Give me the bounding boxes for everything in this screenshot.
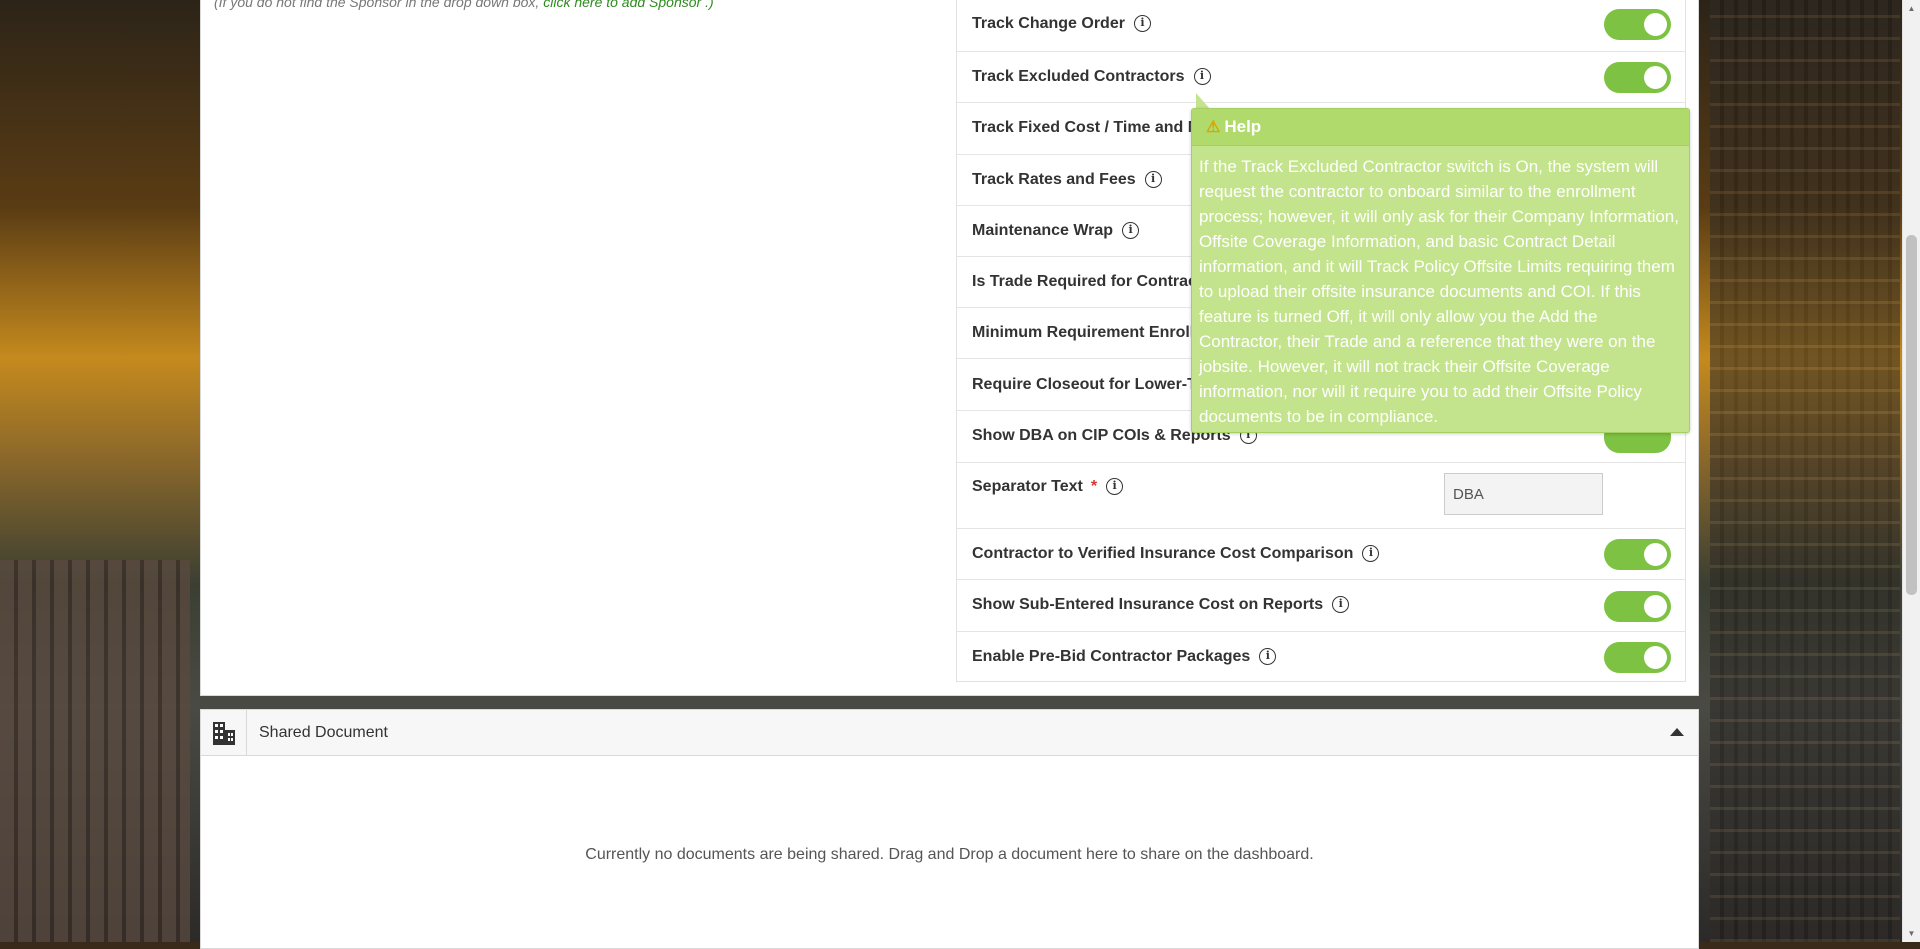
setting-label: Track Change Order [972, 15, 1125, 32]
setting-label: Contractor to Verified Insurance Cost Co… [972, 545, 1354, 562]
info-icon[interactable]: i [1259, 648, 1277, 666]
info-icon[interactable]: i [1332, 596, 1350, 614]
shared-document-title: Shared Document [259, 724, 388, 741]
setting-row-track-change-order: Track Change Order i [957, 0, 1685, 52]
pre-bid-packages-toggle[interactable] [1604, 642, 1671, 673]
setting-row-sub-entered-insurance-cost: Show Sub-Entered Insurance Cost on Repor… [957, 580, 1685, 632]
setting-label: Separator Text [972, 478, 1083, 495]
tooltip-arrow [1196, 93, 1210, 109]
tooltip-header: ⚠ Help [1192, 109, 1689, 146]
help-tooltip: ⚠ Help If the Track Excluded Contractor s… [1191, 108, 1690, 433]
empty-documents-message: Currently no documents are being shared.… [585, 846, 1314, 863]
scroll-up-arrow-icon[interactable]: ▲ [1903, 0, 1920, 17]
setting-label: Track Rates and Fees [972, 171, 1136, 188]
shared-document-header[interactable]: Shared Document [200, 709, 1699, 756]
building-icon [201, 710, 247, 755]
vertical-scrollbar[interactable]: ▲ ▼ [1902, 0, 1920, 942]
track-change-order-toggle[interactable] [1604, 9, 1671, 40]
setting-row-verified-insurance-cost: Contractor to Verified Insurance Cost Co… [957, 529, 1685, 580]
background-building-left [0, 560, 190, 942]
info-icon[interactable]: i [1122, 222, 1140, 240]
info-icon[interactable]: i [1362, 545, 1380, 563]
setting-label: Track Excluded Contractors [972, 68, 1185, 85]
track-excluded-contractors-toggle[interactable] [1604, 62, 1671, 93]
sponsor-note: (If you do not find the Sponsor in the d… [214, 0, 714, 10]
scroll-down-arrow-icon[interactable]: ▼ [1903, 925, 1920, 942]
tooltip-body: If the Track Excluded Contractor switch … [1199, 157, 1679, 426]
setting-label: Is Trade Required for Contract [972, 273, 1203, 290]
verified-insurance-cost-toggle[interactable] [1604, 539, 1671, 570]
required-indicator: * [1090, 478, 1098, 495]
sub-entered-insurance-cost-toggle[interactable] [1604, 591, 1671, 622]
warning-icon: ⚠ [1206, 119, 1221, 136]
separator-text-input[interactable] [1444, 473, 1603, 515]
setting-label: Track Fixed Cost / Time and M [972, 119, 1202, 136]
info-icon[interactable]: i [1133, 15, 1151, 33]
info-icon[interactable]: i [1193, 68, 1211, 86]
sponsor-note-text: (If you do not find the Sponsor in the d… [214, 0, 540, 10]
scroll-thumb[interactable] [1906, 235, 1917, 595]
setting-label: Minimum Requirement Enrolln [972, 324, 1205, 341]
setting-row-pre-bid-packages: Enable Pre-Bid Contractor Packages i [957, 632, 1685, 682]
info-icon[interactable]: i [1106, 478, 1124, 496]
setting-label: Maintenance Wrap [972, 222, 1114, 239]
background-building-right [1710, 0, 1900, 942]
collapse-up-icon[interactable] [1670, 728, 1684, 736]
setting-label: Show Sub-Entered Insurance Cost on Repor… [972, 596, 1324, 613]
setting-row-track-excluded-contractors: Track Excluded Contractors i [957, 52, 1685, 103]
setting-label: Require Closeout for Lower-Ti [972, 376, 1202, 393]
tooltip-title: Help [1224, 117, 1262, 136]
info-icon[interactable]: i [1144, 171, 1162, 189]
setting-row-separator-text: Separator Text * i [957, 463, 1685, 529]
setting-label: Enable Pre-Bid Contractor Packages [972, 648, 1251, 665]
add-sponsor-link[interactable]: click here to add Sponsor .) [543, 0, 713, 10]
